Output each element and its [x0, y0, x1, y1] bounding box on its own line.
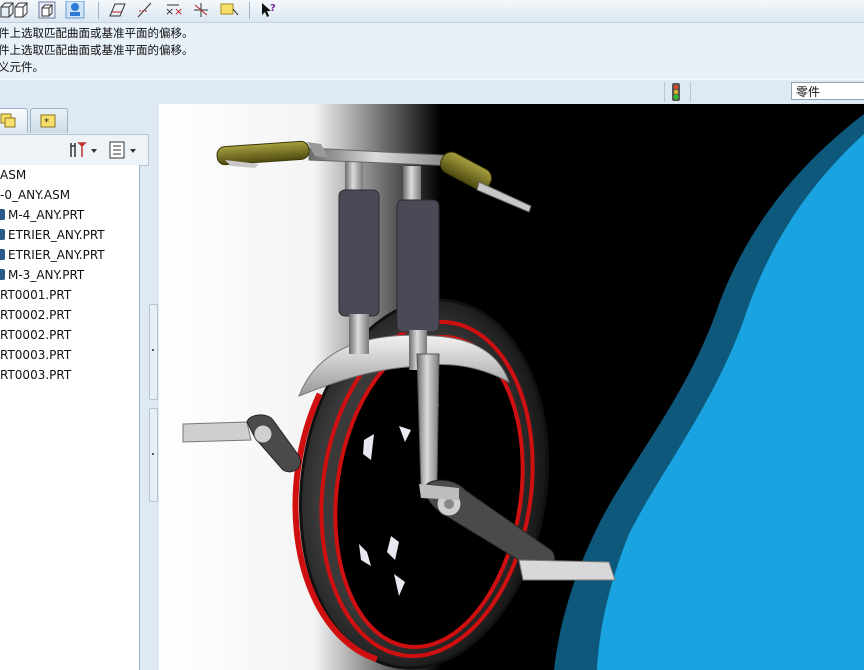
datum-plane-icon: [109, 3, 126, 17]
part-icon: [0, 229, 5, 240]
message-area: 件上选取匹配曲面或基准平面的偏移。 件上选取匹配曲面或基准平面的偏移。 义元件。: [0, 23, 864, 79]
tree-item[interactable]: RT0001.PRT: [0, 285, 71, 305]
graphics-viewport[interactable]: [159, 104, 864, 670]
traffic-light-icon: [672, 83, 680, 101]
tree-item-label: M-3_ANY.PRT: [8, 268, 85, 282]
whats-this-icon: ?: [262, 3, 276, 17]
unicycle-model: [159, 104, 864, 670]
tree-item-label: ASM: [0, 168, 27, 182]
tree-item-label: ETRIER_ANY.PRT: [8, 248, 105, 262]
datum-plane-button[interactable]: [106, 0, 128, 20]
model-display-icon: [65, 1, 85, 19]
tree-item[interactable]: RT0002.PRT: [0, 325, 71, 345]
show-button[interactable]: [108, 140, 142, 160]
tree-item[interactable]: RT0002.PRT: [0, 305, 71, 325]
svg-text:?: ?: [270, 3, 276, 14]
box-shaded-button[interactable]: [36, 0, 58, 20]
main-toolbar: × × ?: [0, 0, 864, 23]
tree-item-label: RT0002.PRT: [0, 328, 72, 342]
selection-filter-dropdown[interactable]: 零件: [791, 82, 864, 100]
layers-icon: [0, 113, 16, 128]
tab-favorites[interactable]: *: [30, 108, 68, 133]
folder-star-icon: *: [40, 114, 56, 128]
message-line-1: 件上选取匹配曲面或基准平面的偏移。: [0, 26, 194, 40]
tree-item[interactable]: ASM: [0, 165, 26, 185]
tree-item[interactable]: ETRIER_ANY.PRT: [0, 245, 105, 265]
tree-item[interactable]: RT0003.PRT: [0, 345, 71, 365]
box-wire-button[interactable]: [10, 0, 32, 20]
tree-item-label: RT0001.PRT: [0, 288, 72, 302]
status-bar: 零件: [0, 79, 864, 105]
model-display-button[interactable]: [64, 0, 86, 20]
part-icon: [0, 249, 5, 260]
annotation-icon: [220, 3, 239, 16]
svg-text:×: ×: [174, 5, 183, 18]
tree-item-label: -0_ANY.ASM: [0, 188, 71, 202]
tools-icon: [70, 142, 97, 157]
datum-point-icon: × ×: [165, 4, 183, 18]
tree-item[interactable]: -0_ANY.ASM: [0, 185, 70, 205]
tree-toolbar: [0, 134, 149, 166]
panel-sash-handle-upper[interactable]: [149, 304, 158, 400]
settings-button[interactable]: [68, 140, 100, 160]
tree-item-label: ETRIER_ANY.PRT: [8, 228, 105, 242]
annotation-button[interactable]: [218, 0, 240, 20]
datum-point-button[interactable]: × ×: [162, 0, 184, 20]
coordinate-system-icon: [194, 3, 208, 17]
tree-item[interactable]: RT0003.PRT: [0, 365, 71, 385]
svg-text:*: *: [44, 117, 49, 128]
tree-item-label: M-4_ANY.PRT: [8, 208, 85, 222]
box-wire-icon: [14, 2, 29, 18]
tree-item-label: RT0003.PRT: [0, 348, 72, 362]
part-icon: [0, 269, 5, 280]
panel-sash-handle-lower[interactable]: [149, 408, 158, 502]
message-line-3: 义元件。: [0, 60, 44, 74]
regeneration-status-button[interactable]: [669, 83, 683, 101]
part-icon: [0, 209, 5, 220]
tree-item[interactable]: ETRIER_ANY.PRT: [0, 225, 105, 245]
tab-layers[interactable]: [0, 108, 28, 133]
tree-item-label: RT0002.PRT: [0, 308, 72, 322]
tree-item[interactable]: M-3_ANY.PRT: [0, 265, 84, 285]
list-icon: [109, 141, 136, 159]
model-tree: ASM -0_ANY.ASM M-4_ANY.PRT ETRIER_ANY.PRT ET…: [0, 165, 140, 670]
datum-axis-button[interactable]: [134, 0, 156, 20]
tree-item[interactable]: M-4_ANY.PRT: [0, 205, 84, 225]
box-shaded-icon: [38, 1, 56, 19]
svg-text:×: ×: [165, 5, 174, 18]
selection-filter-value: 零件: [796, 85, 821, 99]
coordinate-system-button[interactable]: [190, 0, 212, 20]
datum-axis-icon: [137, 2, 152, 18]
message-line-2: 件上选取匹配曲面或基准平面的偏移。: [0, 43, 194, 57]
tree-item-label: RT0003.PRT: [0, 368, 72, 382]
navigator-panel: * ASM -0_ANY.ASM M-4_ANY.PRT ETRIER_ANY.PRT…: [0, 104, 160, 670]
whats-this-button[interactable]: ?: [258, 0, 280, 20]
navigator-tabs: *: [0, 104, 160, 133]
